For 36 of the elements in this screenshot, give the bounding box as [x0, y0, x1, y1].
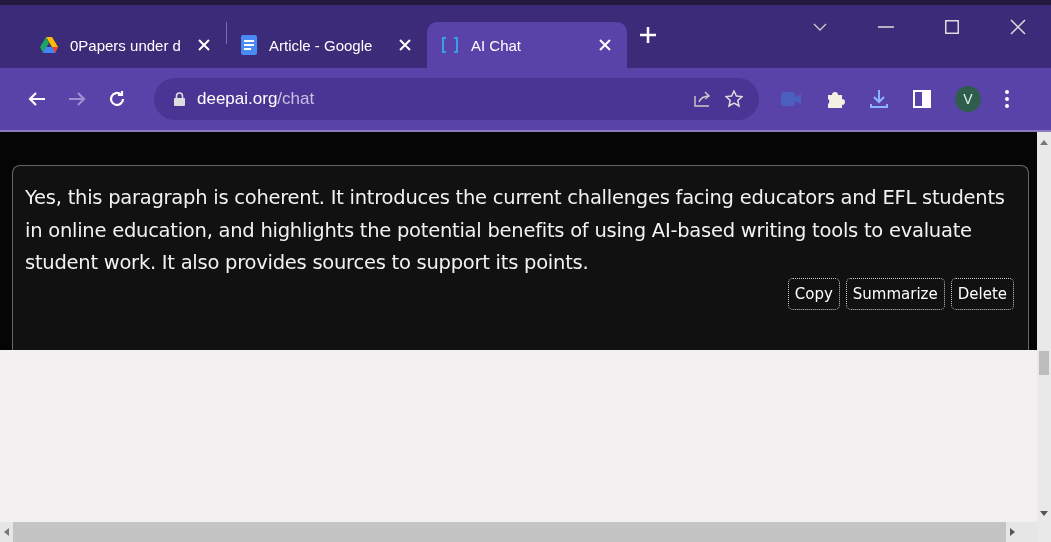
browser-tab[interactable]: Article - Google	[227, 22, 427, 68]
close-icon[interactable]	[597, 37, 613, 53]
more-menu-icon[interactable]	[1005, 90, 1009, 108]
chevron-down-icon[interactable]	[813, 23, 827, 31]
message-text: Yes, this paragraph is coherent. It introduces the current challenges facing educators and EFL students in online education, and highlights the potential benefits of using AI-based writing tools to evaluate student work. It also provides sources to support its points.	[25, 185, 1006, 276]
maximize-icon[interactable]	[945, 20, 959, 34]
back-arrow-icon[interactable]	[28, 91, 46, 107]
lock-icon	[174, 92, 185, 106]
url-path: /chat	[277, 89, 315, 109]
plus-icon[interactable]	[639, 25, 657, 44]
action-button[interactable]: Delete	[950, 277, 1014, 310]
profile-avatar[interactable]: V	[955, 86, 981, 112]
triangle-logo-icon	[40, 37, 58, 53]
scrollbar-thumb[interactable]	[1039, 351, 1049, 375]
scroll-right-icon[interactable]	[1010, 528, 1015, 536]
address-bar[interactable]: deepai.org/chat	[154, 78, 759, 120]
scroll-down-icon[interactable]	[1040, 511, 1048, 516]
scroll-up-icon[interactable]	[1040, 140, 1048, 145]
action-button[interactable]: Copy	[787, 277, 840, 310]
action-button[interactable]: Summarize	[845, 277, 945, 310]
close-icon[interactable]	[397, 37, 413, 53]
download-icon[interactable]	[869, 89, 889, 109]
vertical-scrollbar[interactable]	[1037, 132, 1051, 542]
close-icon[interactable]	[196, 37, 212, 53]
forward-arrow-icon[interactable]	[68, 91, 86, 107]
brackets-icon	[441, 37, 459, 53]
url-text: deepai.org	[197, 89, 278, 109]
browser-tab[interactable]: 0Papers under d	[26, 22, 226, 68]
browser-tab[interactable]: AI Chat	[427, 22, 627, 68]
reload-icon[interactable]	[108, 90, 126, 108]
side-panel-icon[interactable]	[913, 90, 931, 108]
scroll-left-icon[interactable]	[4, 528, 9, 536]
puzzle-piece-icon[interactable]	[825, 89, 845, 109]
close-icon[interactable]	[1010, 19, 1026, 35]
star-icon[interactable]	[725, 90, 743, 108]
document-icon	[241, 35, 257, 55]
